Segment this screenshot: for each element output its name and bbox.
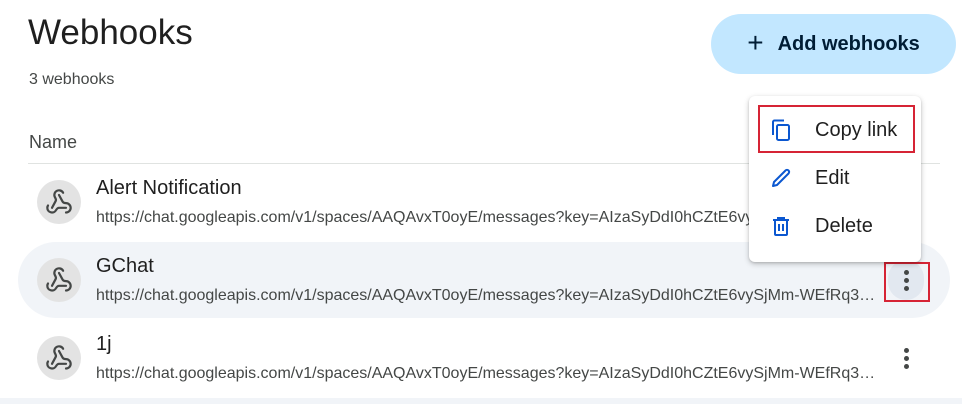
webhook-icon [37,336,81,380]
plus-icon: + [747,26,764,58]
more-vert-icon [903,267,909,294]
trash-icon [773,217,789,236]
copy-icon [772,119,790,141]
more-options-button[interactable] [888,260,924,300]
webhook-row[interactable]: 1j https://chat.googleapis.com/v1/spaces… [18,320,950,396]
more-vert-icon [903,345,909,372]
webhook-name: GChat [96,255,154,277]
menu-item-label: Edit [815,167,850,189]
menu-item-delete[interactable]: Delete [749,202,921,250]
add-webhooks-button[interactable]: + Add webhooks [711,14,956,74]
menu-item-copy-link[interactable]: Copy link [749,106,921,154]
webhook-icon [37,258,81,302]
webhook-url: https://chat.googleapis.com/v1/spaces/AA… [96,287,878,304]
webhook-name: 1j [96,333,112,355]
webhook-name: Alert Notification [96,177,242,199]
menu-item-label: Copy link [815,119,898,141]
column-header-name[interactable]: Name [29,131,77,153]
page-title: Webhooks [28,13,193,52]
bottom-strip [0,398,962,404]
more-options-button[interactable] [888,338,924,378]
webhook-icon [37,180,81,224]
context-menu: Copy link Edit Delete [749,96,921,262]
pencil-icon [772,168,791,187]
add-webhooks-label: Add webhooks [777,32,920,55]
webhook-count: 3 webhooks [29,71,115,88]
menu-item-edit[interactable]: Edit [749,154,921,202]
webhook-url: https://chat.googleapis.com/v1/spaces/AA… [96,365,878,382]
menu-item-label: Delete [815,215,873,237]
